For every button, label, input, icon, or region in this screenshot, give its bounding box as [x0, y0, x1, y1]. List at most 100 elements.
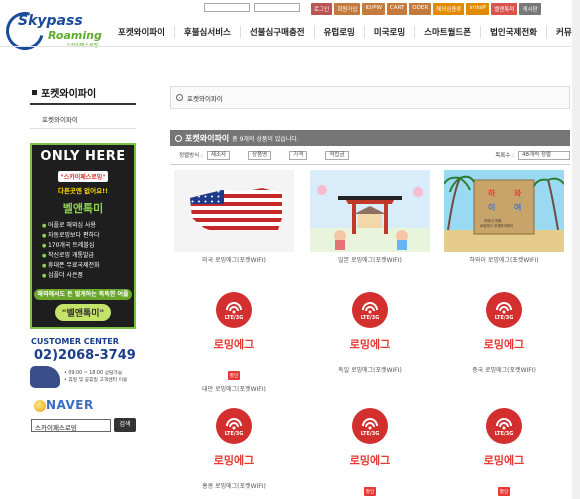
- sort-manufacturer[interactable]: 제조사: [206, 150, 231, 160]
- sidebar-item-pocket-wifi[interactable]: 포켓와이파이: [42, 114, 78, 124]
- view-count-label: 목록수 :: [495, 153, 514, 159]
- product-image[interactable]: LTE/3G 로밍에그: [310, 398, 430, 478]
- view-count-select[interactable]: 48개씩 정렬: [518, 150, 570, 160]
- top-link[interactable]: 게시판: [519, 3, 541, 15]
- hours-line-1: • 09:00 ~ 18:00 상담가능: [64, 371, 123, 376]
- sort-price[interactable]: 가격: [289, 150, 308, 160]
- id-input[interactable]: [204, 3, 250, 12]
- banner-feature: 170개국 트레블심: [42, 241, 134, 251]
- roaming-egg-title: 로밍에그: [349, 454, 391, 467]
- product-image[interactable]: [174, 170, 294, 252]
- nav-item[interactable]: 선불심구매충전: [239, 26, 314, 38]
- product-name[interactable]: 일본 로밍에그(포켓WIFI): [308, 255, 432, 264]
- nav-item[interactable]: 미국로밍: [363, 26, 414, 38]
- product-card[interactable]: LTE/3G 로밍에그 할인인도네시아 로밍에그(포켓WIFI): [442, 398, 566, 499]
- banner-feature: 심플더 사은품: [42, 271, 134, 281]
- sidebar-divider: [30, 103, 136, 105]
- naver-search-input[interactable]: 스카이패스로밍: [31, 419, 111, 432]
- banner-feature-list: 어플로 해외심 사용자동로밍보다 편하다170개국 트레블심착신로밍 개통발급휴…: [42, 221, 134, 281]
- product-image[interactable]: LTE/3G 로밍에그: [444, 398, 564, 478]
- nav-item[interactable]: 스마트월드폰: [414, 26, 480, 38]
- svg-text:와: 와: [514, 188, 522, 198]
- japan-illustration: [310, 170, 430, 252]
- bullet-icon: [175, 134, 182, 142]
- banner-slogan: 해외에서도 돈 벌게하는 똑똑한 어플: [34, 289, 132, 300]
- product-card[interactable]: LTE/3G 로밍에그 독일 로밍에그(포켓WIFI): [308, 282, 432, 374]
- sort-points[interactable]: 적립금: [325, 150, 349, 160]
- us-flag-map: [174, 170, 294, 252]
- banner-badge: "벨앤톡미": [54, 304, 112, 321]
- roaming-egg-title: 로밍에그: [483, 338, 525, 351]
- product-image[interactable]: LTE/3G 로밍에그: [174, 282, 294, 362]
- product-card[interactable]: LTE/3G 로밍에그 홍콩 로밍에그(포켓WIFI): [172, 398, 296, 490]
- naver-logo: NAVER: [46, 398, 94, 412]
- sale-badge: 할인: [227, 371, 241, 380]
- product-name[interactable]: 홍콩 로밍에그(포켓WIFI): [172, 481, 296, 490]
- product-card[interactable]: 미국 로밍에그(포켓WIFI): [172, 170, 296, 264]
- sale-badge: 할인: [497, 487, 511, 496]
- banner-feature: 어플로 해외심 사용: [42, 221, 134, 231]
- product-card[interactable]: LTE/3G 로밍에그 할인대만 로밍에그(포켓WIFI): [172, 282, 296, 393]
- sort-label: 정렬방식 :: [179, 153, 203, 159]
- product-image[interactable]: [310, 170, 430, 252]
- sort-name[interactable]: 상품명: [248, 150, 272, 160]
- customer-center-hours: • 09:00 ~ 18:00 상담가능 • 휴일 및 공휴일 고객센터 이용: [64, 370, 127, 384]
- product-card[interactable]: 하 와 이 여 하와이 여행 로밍에그 포켓와이파이 하와이 로밍에그(포켓WI…: [442, 170, 566, 264]
- nav-item[interactable]: 포켓와이파이: [118, 26, 174, 38]
- nav-item[interactable]: 후불심서비스: [173, 26, 240, 38]
- product-card[interactable]: LTE/3G 로밍에그 중국 로밍에그(포켓WIFI): [442, 282, 566, 374]
- svg-text:하와이 여행: 하와이 여행: [484, 218, 501, 223]
- top-link[interactable]: ODER: [409, 3, 432, 15]
- product-name[interactable]: 독일 로밍에그(포켓WIFI): [308, 365, 432, 374]
- sort-divider: [170, 164, 570, 165]
- view-count: 목록수 : 48개씩 정렬: [495, 150, 570, 160]
- logo[interactable]: Skypass Roaming 스카이패스로밍: [0, 5, 106, 57]
- top-link[interactable]: 벨앤톡미: [491, 3, 518, 15]
- nav-divider: [0, 46, 580, 47]
- password-input[interactable]: [254, 3, 300, 12]
- banner-feature: 휴대폰 무료국제전화: [42, 261, 134, 271]
- banner-tag-2: 다른곳엔 없어요!!: [57, 187, 109, 195]
- sort-bar: 정렬방식 : 제조사 상품명 가격 적립금 목록수 : 48개씩 정렬: [170, 148, 570, 162]
- square-icon: [32, 90, 37, 95]
- bell-and-talk-banner[interactable]: ONLY HERE "스카이패스로밍" 다른곳엔 없어요!! 벨앤톡미 어플로 …: [30, 143, 136, 329]
- hawaii-illustration: 하 와 이 여 하와이 여행 로밍에그 포켓와이파이: [444, 170, 564, 252]
- category-name: 포켓와이파이: [185, 133, 230, 143]
- top-link[interactable]: inVoIP: [466, 3, 490, 15]
- sidebar-title: 포켓와이파이: [32, 85, 96, 100]
- login-inputs: [204, 3, 300, 12]
- product-card[interactable]: 일본 로밍에그(포켓WIFI): [308, 170, 432, 264]
- product-name[interactable]: 중국 로밍에그(포켓WIFI): [442, 365, 566, 374]
- product-card[interactable]: LTE/3G 로밍에그 할인필리핀 로밍에그(포켓WIFI): [308, 398, 432, 499]
- product-image[interactable]: 하 와 이 여 하와이 여행 로밍에그 포켓와이파이: [444, 170, 564, 252]
- main-nav: 포켓와이파이 후불심서비스 선불심구매충전 유럽로밍 미국로밍 스마트월드폰 법인국제전화 커…: [118, 26, 580, 38]
- top-link[interactable]: 로그인: [311, 3, 333, 15]
- lte-label: LTE/3G: [360, 315, 380, 321]
- roaming-egg-title: 로밍에그: [213, 338, 255, 351]
- banner-tag: "스카이패스로밍": [57, 171, 109, 182]
- bullet-icon: ›: [176, 94, 183, 101]
- roaming-egg-title: 로밍에그: [213, 454, 255, 467]
- top-link[interactable]: CART: [386, 3, 408, 15]
- product-name[interactable]: 하와이 로밍에그(포켓WIFI): [442, 255, 566, 264]
- product-name[interactable]: 미국 로밍에그(포켓WIFI): [172, 255, 296, 264]
- logo-text-1: Skypass: [18, 13, 83, 29]
- customer-center-title: CUSTOMER CENTER: [31, 337, 119, 346]
- sale-badge: 할인: [363, 487, 377, 496]
- svg-text:로밍에그 포켓와이파이: 로밍에그 포켓와이파이: [480, 223, 513, 228]
- sidebar-divider-2: [30, 128, 136, 129]
- product-image[interactable]: LTE/3G 로밍에그: [174, 398, 294, 478]
- top-link[interactable]: ID/PW: [362, 3, 385, 15]
- product-image[interactable]: LTE/3G 로밍에그: [444, 282, 564, 362]
- roaming-egg-title: 로밍에그: [483, 454, 525, 467]
- scrollbar[interactable]: [572, 0, 580, 499]
- nav-item[interactable]: 법인국제전화: [480, 26, 546, 38]
- top-link[interactable]: 회원가입: [334, 3, 361, 15]
- product-name[interactable]: 대만 로밍에그(포켓WIFI): [172, 384, 296, 393]
- top-link[interactable]: 해외심종류: [433, 3, 465, 15]
- nav-item[interactable]: 유럽로밍: [313, 26, 364, 38]
- product-image[interactable]: LTE/3G 로밍에그: [310, 282, 430, 362]
- naver-search-button[interactable]: 검색: [114, 418, 136, 432]
- lte-label: LTE/3G: [224, 315, 244, 321]
- banner-name: 벨앤톡미: [62, 202, 104, 215]
